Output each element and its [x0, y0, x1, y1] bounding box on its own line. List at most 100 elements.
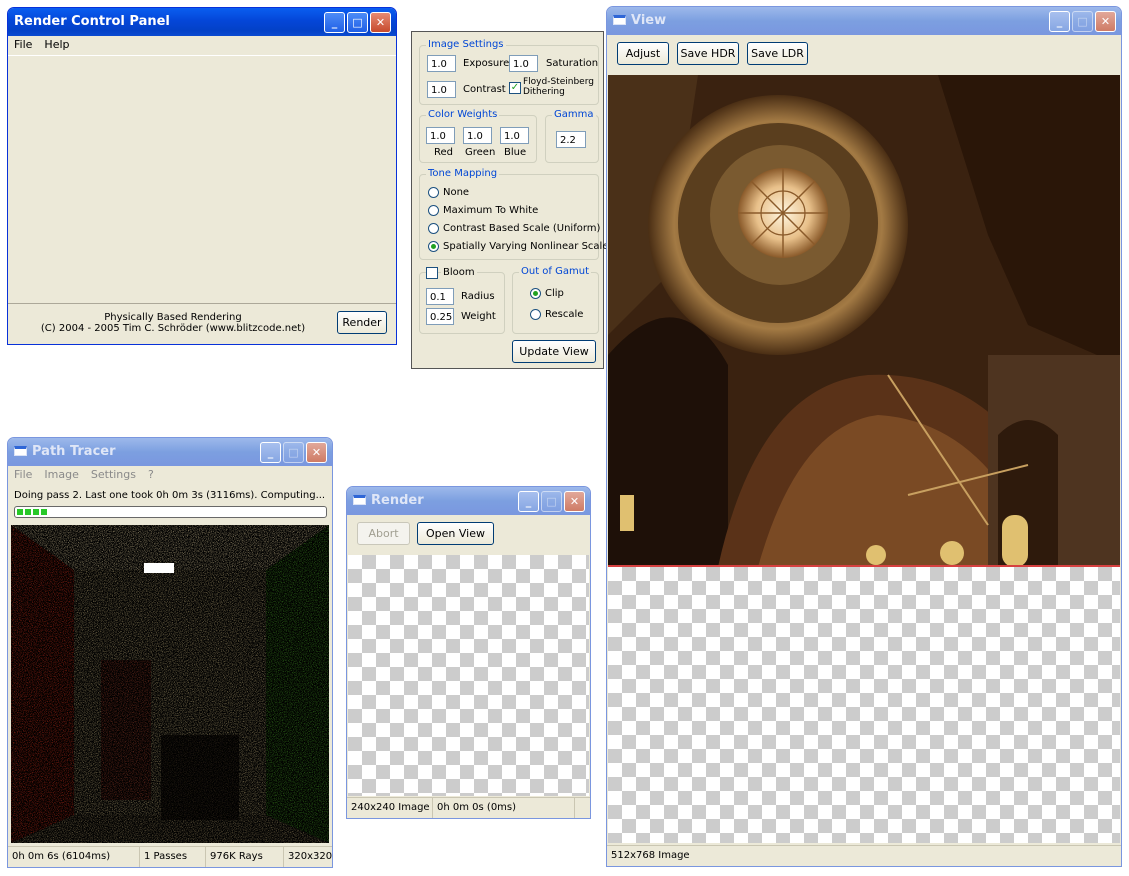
status-passes: 1 Passes	[140, 847, 206, 867]
out-of-gamut-group: Out of Gamut Clip Rescale	[512, 266, 599, 334]
window-icon	[613, 15, 626, 25]
status-rays: 976K Rays	[206, 847, 284, 867]
window-icon	[353, 495, 366, 505]
close-icon[interactable]: ✕	[370, 12, 391, 33]
blue-weight-field[interactable]: 1.0	[500, 127, 529, 144]
menu-bar: File Image Settings?	[8, 466, 332, 484]
gamut-clip-radio[interactable]	[530, 288, 541, 299]
tone-max-white-label: Maximum To White	[443, 205, 539, 216]
menu-settings[interactable]: Settings	[85, 466, 142, 483]
window-title: Path Tracer	[32, 444, 116, 459]
menu-help[interactable]: ?	[142, 466, 160, 483]
view-window: View _ □ ✕ Adjust Save HDR Save LDR 512x…	[606, 6, 1122, 867]
path-tracer-window: Path Tracer _ □ ✕ File Image Settings? Doi…	[7, 437, 333, 868]
tone-max-white-radio[interactable]	[428, 205, 439, 216]
menu-image[interactable]: Image	[38, 466, 84, 483]
minimize-icon[interactable]: _	[518, 491, 539, 512]
gamut-rescale-radio[interactable]	[530, 309, 541, 320]
maximize-icon[interactable]: □	[347, 12, 368, 33]
tone-contrast-radio[interactable]	[428, 223, 439, 234]
green-label: Green	[465, 147, 496, 158]
red-weight-field[interactable]: 1.0	[426, 127, 455, 144]
minimize-icon[interactable]: _	[324, 12, 345, 33]
window-title: Render	[371, 493, 424, 508]
contrast-field[interactable]: 1.0	[427, 81, 456, 98]
close-icon[interactable]: ✕	[564, 491, 585, 512]
bloom-label: Bloom	[441, 267, 477, 278]
group-title: Out of Gamut	[519, 266, 592, 277]
save-ldr-button[interactable]: Save LDR	[747, 42, 808, 65]
exposure-field[interactable]: 1.0	[427, 55, 456, 72]
contrast-label: Contrast	[463, 84, 506, 95]
window-icon	[14, 446, 27, 456]
update-view-button[interactable]: Update View	[512, 340, 596, 363]
path-tracer-statusbar: 0h 0m 6s (6104ms) 1 Passes 976K Rays 320…	[8, 846, 332, 867]
window-title: View	[631, 13, 667, 28]
menu-file[interactable]: File	[8, 36, 38, 53]
menu-help[interactable]: Help	[38, 36, 75, 53]
render-button[interactable]: Render	[337, 311, 387, 334]
gamma-field[interactable]: 2.2	[556, 131, 586, 148]
bloom-checkbox[interactable]	[426, 267, 438, 279]
cornell-box-scene	[11, 525, 329, 843]
dithering-label-line1: Floyd-Steinberg	[523, 77, 594, 87]
render-control-panel-window: Render Control Panel _ □ ✕ File Help Phys…	[7, 7, 397, 345]
close-icon[interactable]: ✕	[1095, 11, 1116, 32]
tone-mapping-group: Tone Mapping None Maximum To White Contr…	[419, 168, 608, 260]
render-window: Render _ □ ✕ Abort Open View 240x240 Ima…	[346, 486, 591, 819]
render-statusbar: 240x240 Image 0h 0m 0s (0ms)	[347, 797, 590, 818]
group-title: Color Weights	[426, 109, 500, 120]
tone-contrast-label: Contrast Based Scale (Uniform)	[443, 223, 601, 234]
menu-bar: File Help	[8, 36, 396, 54]
dithering-checkbox[interactable]: ✓	[509, 82, 521, 94]
dithering-label-line2: Dithering	[523, 87, 565, 97]
maximize-icon: □	[283, 442, 304, 463]
bloom-group: Bloom 0.1 Radius 0.25 Weight	[419, 267, 505, 334]
status-image-size: 240x240 Image	[347, 798, 433, 818]
empty-render-image	[348, 555, 589, 796]
bloom-radius-field[interactable]: 0.1	[426, 288, 454, 305]
gamut-clip-label: Clip	[545, 288, 564, 299]
render-titlebar[interactable]: Render _ □ ✕	[347, 487, 590, 515]
minimize-icon[interactable]: _	[1049, 11, 1070, 32]
view-statusbar: 512x768 Image	[607, 845, 1121, 866]
tone-spatial-radio[interactable]	[428, 241, 439, 252]
view-empty-area	[608, 567, 1120, 843]
path-traced-cornell-box-image	[11, 525, 329, 843]
view-titlebar[interactable]: View _ □ ✕	[607, 7, 1121, 35]
menu-file[interactable]: File	[8, 466, 38, 483]
render-progress-bar	[14, 506, 327, 518]
window-title: Render Control Panel	[14, 14, 170, 29]
path-tracer-titlebar[interactable]: Path Tracer _ □ ✕	[8, 438, 332, 466]
saturation-field[interactable]: 1.0	[509, 55, 538, 72]
status-render-time: 0h 0m 0s (0ms)	[433, 798, 575, 818]
tone-spatial-label: Spatially Varying Nonlinear Scale	[443, 241, 609, 252]
adjust-button[interactable]: Adjust	[617, 42, 669, 65]
color-weights-group: Color Weights 1.0 1.0 1.0 Red Green Blue	[419, 109, 537, 163]
close-icon[interactable]: ✕	[306, 442, 327, 463]
status-image-size: 512x768 Image	[611, 850, 690, 861]
image-settings-panel: Image Settings 1.0 Exposure 1.0 Saturati…	[411, 31, 608, 369]
hdr-dome-photo	[608, 75, 1120, 567]
green-weight-field[interactable]: 1.0	[463, 127, 492, 144]
abort-button[interactable]: Abort	[357, 522, 410, 545]
bloom-weight-field[interactable]: 0.25	[426, 308, 454, 325]
save-hdr-button[interactable]: Save HDR	[677, 42, 739, 65]
blue-label: Blue	[504, 147, 527, 158]
exposure-label: Exposure	[463, 58, 510, 69]
minimize-icon[interactable]: _	[260, 442, 281, 463]
status-time: 0h 0m 6s (6104ms)	[8, 847, 140, 867]
group-title: Tone Mapping	[426, 168, 500, 179]
dome-interior-picture	[608, 75, 1120, 567]
control-panel-body	[8, 55, 396, 304]
control-panel-titlebar[interactable]: Render Control Panel _ □ ✕	[8, 8, 396, 36]
render-progress-fill	[17, 509, 48, 515]
bloom-radius-label: Radius	[461, 291, 495, 302]
maximize-icon: □	[541, 491, 562, 512]
gamma-group: Gamma 2.2	[545, 109, 599, 163]
tone-none-radio[interactable]	[428, 187, 439, 198]
footer-credit-line2: (C) 2004 - 2005 Tim C. Schröder (www.bli…	[40, 323, 306, 334]
status-resolution: 320x320	[288, 851, 333, 862]
open-view-button[interactable]: Open View	[417, 522, 494, 545]
saturation-label: Saturation	[546, 58, 599, 69]
